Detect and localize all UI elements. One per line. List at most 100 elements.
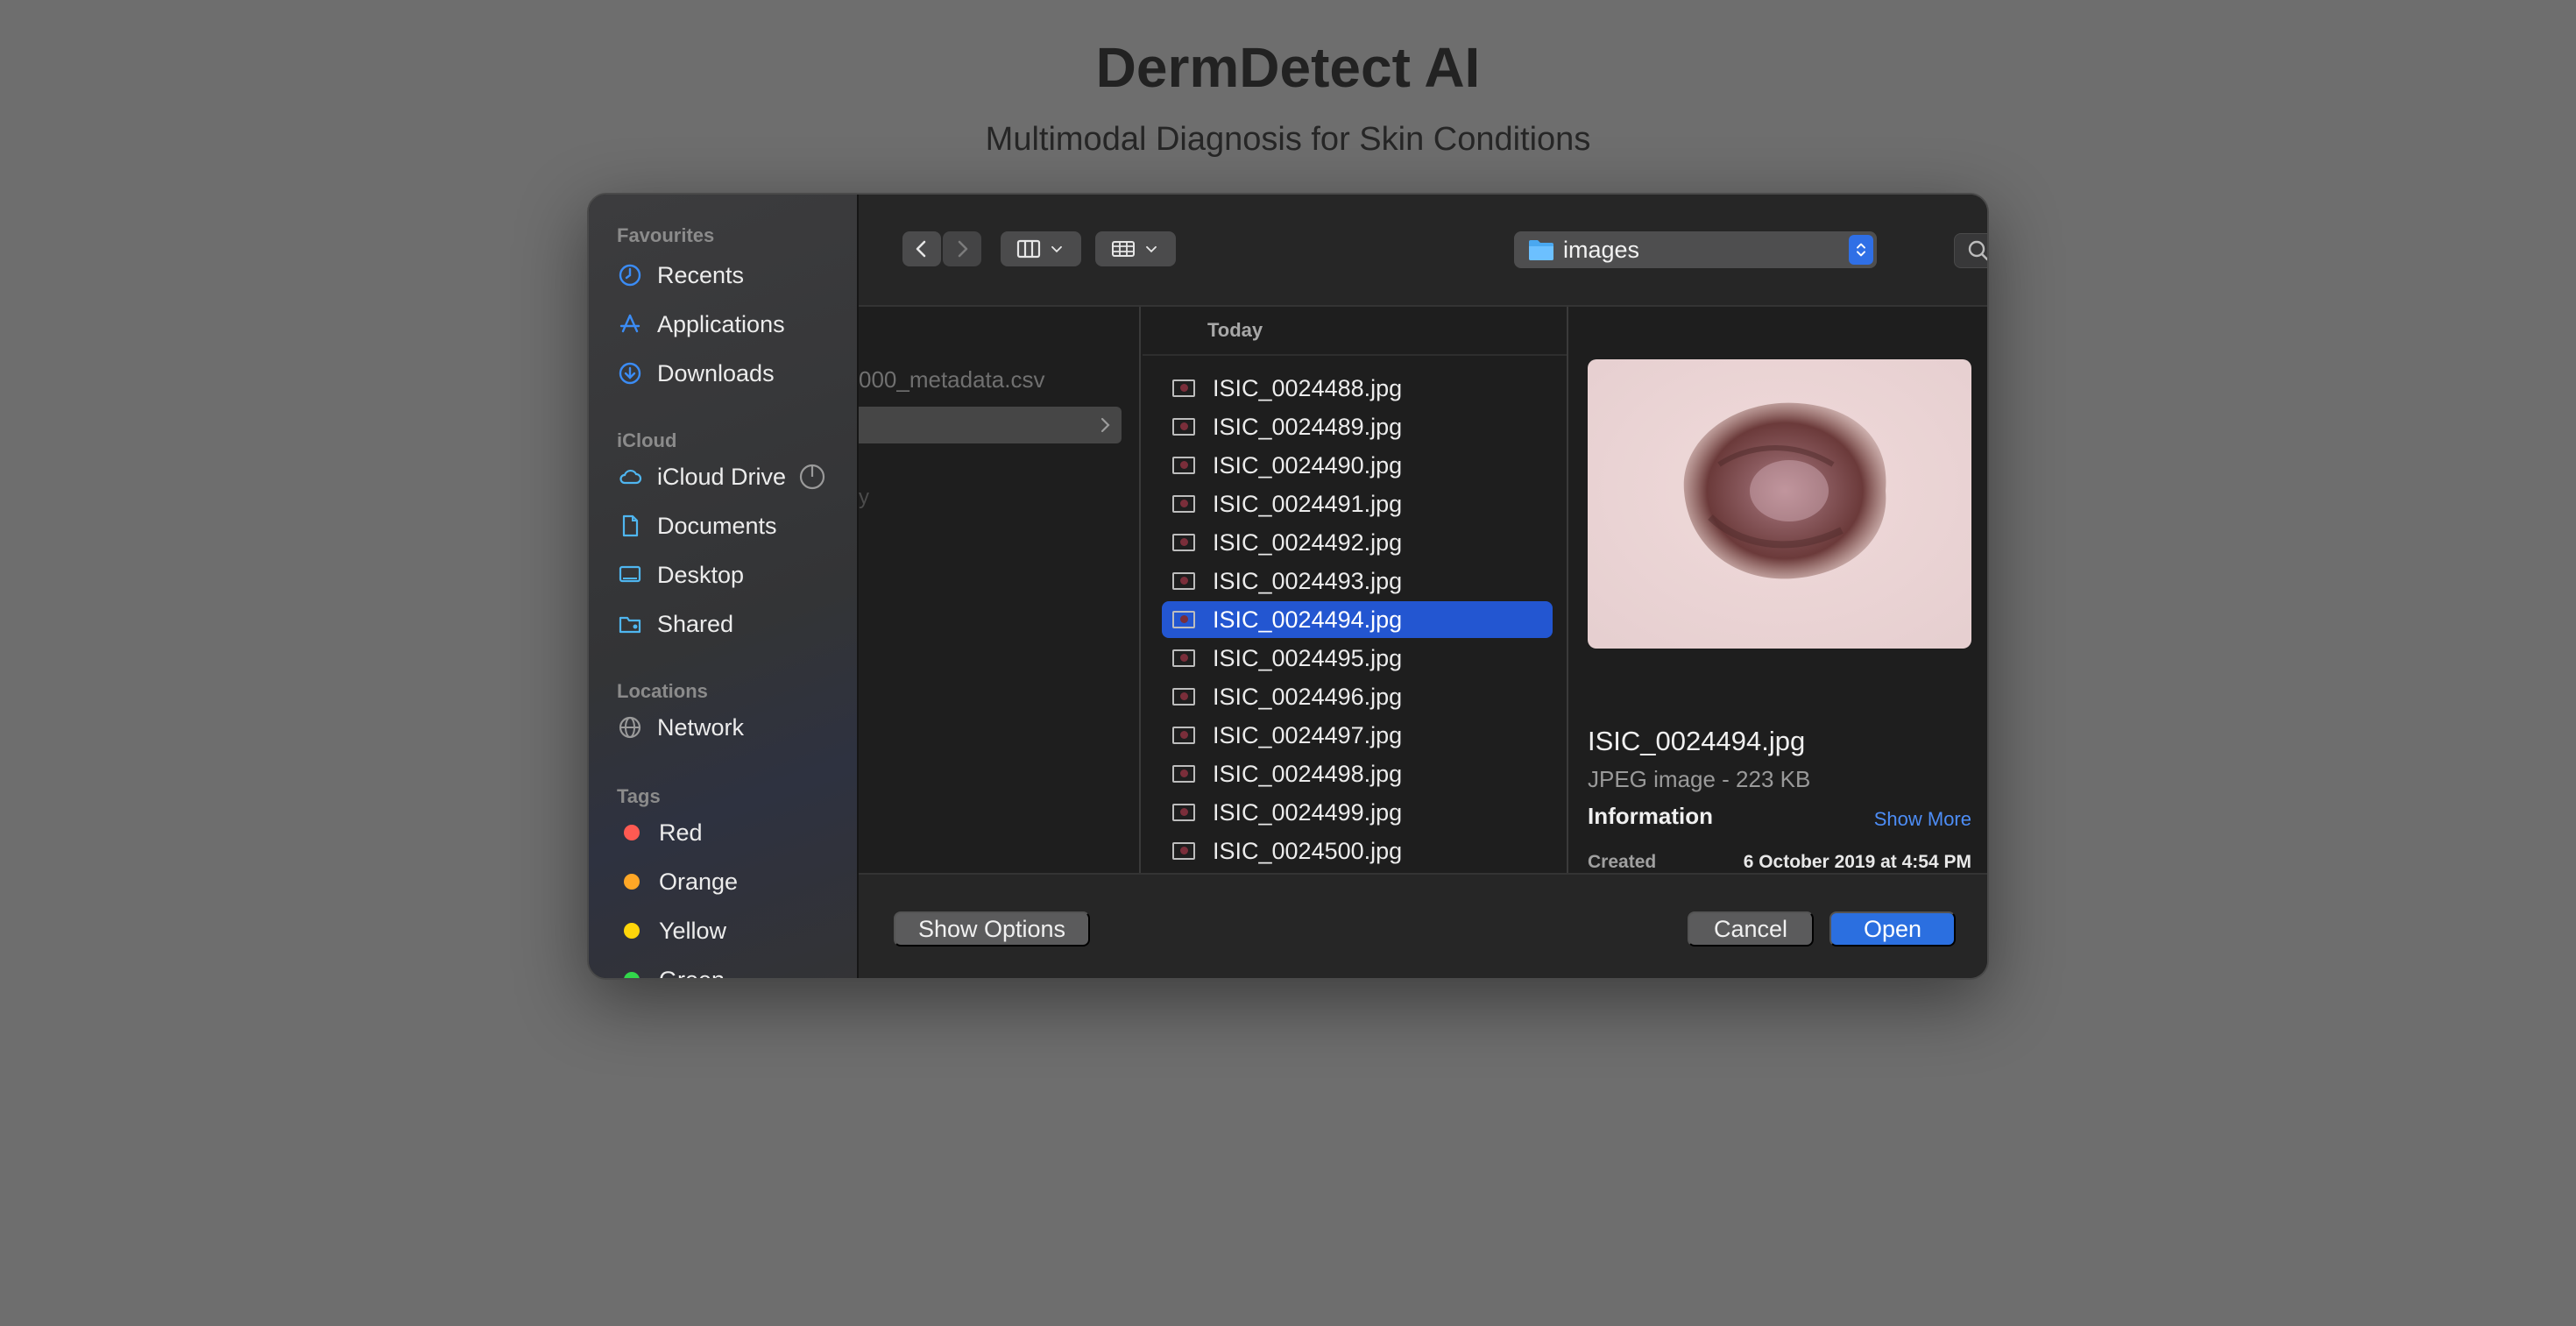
parent-column: 000_metadata.csv y	[859, 307, 1141, 875]
file-browser: 000_metadata.csv y Today ISIC_0024488.jp…	[859, 305, 1987, 875]
file-row[interactable]: ISIC_0024490.jpg	[1162, 447, 1553, 484]
download-icon	[617, 360, 643, 386]
preview-pane: ISIC_0024494.jpg JPEG image - 223 KB Inf…	[1570, 307, 1987, 875]
search-field[interactable]	[1954, 233, 1987, 268]
sidebar-item-label: Desktop	[657, 561, 745, 588]
page-subtitle: Multimodal Diagnosis for Skin Conditions	[985, 121, 1591, 158]
sidebar-item-label: Downloads	[657, 359, 775, 386]
sync-progress-icon	[799, 464, 825, 490]
file-row[interactable]: ISIC_0024499.jpg	[1162, 794, 1553, 831]
image-file-icon	[1172, 688, 1195, 706]
file-name: ISIC_0024498.jpg	[1213, 760, 1403, 787]
sidebar-item-label: Network	[657, 713, 745, 741]
chevron-down-icon	[1146, 245, 1157, 253]
file-name: ISIC_0024500.jpg	[1213, 837, 1403, 864]
shared-folder-icon	[617, 611, 643, 637]
sidebar-item-label: Red	[659, 819, 703, 846]
file-name: ISIC_0024496.jpg	[1213, 683, 1403, 710]
file-row[interactable]: ISIC_0024496.jpg	[1162, 678, 1553, 715]
cancel-button[interactable]: Cancel	[1688, 911, 1814, 947]
sidebar-item-label: Green	[659, 966, 725, 980]
list-item[interactable]: 000_metadata.csv	[859, 366, 1044, 394]
file-row[interactable]: ISIC_0024489.jpg	[1162, 408, 1553, 445]
sidebar-tag-red[interactable]: Red	[617, 813, 853, 852]
cloud-icon	[617, 464, 643, 490]
back-button[interactable]	[902, 231, 941, 266]
sidebar-section-favourites: Favourites	[617, 224, 715, 246]
file-row[interactable]: ISIC_0024494.jpg	[1162, 601, 1553, 638]
image-file-icon	[1172, 534, 1195, 551]
view-mode-dropdown[interactable]	[1001, 231, 1081, 266]
sidebar-item-icloud-drive[interactable]: iCloud Drive	[617, 457, 853, 496]
chevron-left-icon	[916, 240, 926, 258]
sidebar-item-downloads[interactable]: Downloads	[617, 354, 853, 393]
sidebar-item-shared[interactable]: Shared	[617, 605, 853, 643]
information-header: Information	[1588, 803, 1713, 829]
image-file-icon	[1172, 611, 1195, 628]
sidebar-item-label: Recents	[657, 261, 745, 288]
file-name: ISIC_0024490.jpg	[1213, 451, 1403, 479]
document-icon	[617, 513, 643, 539]
file-name: ISIC_0024489.jpg	[1213, 413, 1403, 440]
file-name: ISIC_0024497.jpg	[1213, 721, 1403, 748]
sidebar-item-documents[interactable]: Documents	[617, 507, 853, 545]
image-file-icon	[1172, 765, 1195, 783]
group-dropdown[interactable]	[1095, 231, 1176, 266]
image-file-icon	[1172, 649, 1195, 667]
forward-button[interactable]	[943, 231, 981, 266]
image-file-icon	[1172, 842, 1195, 860]
sidebar-tag-orange[interactable]: Orange	[617, 862, 853, 901]
file-row[interactable]: ISIC_0024498.jpg	[1162, 755, 1553, 792]
file-name: ISIC_0024495.jpg	[1213, 644, 1403, 671]
file-row[interactable]: ISIC_0024497.jpg	[1162, 717, 1553, 754]
file-row[interactable]: ISIC_0024492.jpg	[1162, 524, 1553, 561]
created-label: Created	[1588, 852, 1657, 872]
file-row[interactable]: ISIC_0024491.jpg	[1162, 486, 1553, 522]
sidebar-tag-yellow[interactable]: Yellow	[617, 911, 853, 950]
selected-folder-row[interactable]	[859, 407, 1122, 443]
desktop-icon	[617, 562, 643, 588]
sidebar-item-label: Yellow	[659, 917, 727, 944]
up-down-arrows-icon	[1849, 235, 1873, 265]
grid-view-icon	[1112, 241, 1135, 257]
sidebar-item-recents[interactable]: Recents	[617, 256, 853, 294]
location-label: images	[1563, 236, 1640, 263]
search-icon	[1968, 240, 1987, 261]
image-file-icon	[1172, 804, 1195, 821]
open-button[interactable]: Open	[1829, 911, 1956, 947]
sidebar-tag-green[interactable]: Green	[617, 961, 853, 980]
location-popup[interactable]: images	[1514, 231, 1877, 268]
globe-icon	[617, 714, 643, 741]
file-row[interactable]: ISIC_0024493.jpg	[1162, 563, 1553, 599]
file-row[interactable]: ISIC_0024495.jpg	[1162, 640, 1553, 677]
file-row[interactable]: ISIC_0024488.jpg	[1162, 370, 1553, 407]
green-tag-dot	[624, 972, 640, 978]
chevron-down-icon	[1051, 245, 1062, 253]
sidebar-item-desktop[interactable]: Desktop	[617, 556, 853, 594]
file-name: ISIC_0024493.jpg	[1213, 567, 1403, 594]
file-row[interactable]: ISIC_0024500.jpg	[1162, 833, 1553, 869]
folder-icon	[1529, 240, 1553, 260]
sidebar-item-applications[interactable]: Applications	[617, 305, 853, 344]
yellow-tag-dot	[624, 923, 640, 939]
sidebar: Favourites Recents Applications Download…	[589, 195, 859, 980]
dialog-footer: Show Options Cancel Open	[859, 873, 1987, 978]
image-file-icon	[1172, 495, 1195, 513]
file-name: ISIC_0024491.jpg	[1213, 490, 1403, 517]
sidebar-item-label: Orange	[659, 868, 739, 895]
show-options-button[interactable]: Show Options	[894, 911, 1090, 947]
image-file-icon	[1172, 457, 1195, 474]
sidebar-item-label: Applications	[657, 310, 785, 337]
list-item[interactable]: y	[859, 486, 869, 510]
orange-tag-dot	[624, 874, 640, 890]
chevron-right-icon	[958, 240, 968, 258]
preview-file-kind: JPEG image - 223 KB	[1588, 766, 1811, 792]
image-file-icon	[1172, 727, 1195, 744]
show-more-link[interactable]: Show More	[1874, 808, 1971, 831]
sidebar-item-label: iCloud Drive	[657, 463, 787, 490]
sidebar-item-network[interactable]: Network	[617, 708, 853, 747]
toolbar: images	[859, 195, 1987, 305]
clock-icon	[617, 262, 643, 288]
applications-icon	[617, 311, 643, 337]
sidebar-section-icloud: iCloud	[617, 429, 677, 451]
